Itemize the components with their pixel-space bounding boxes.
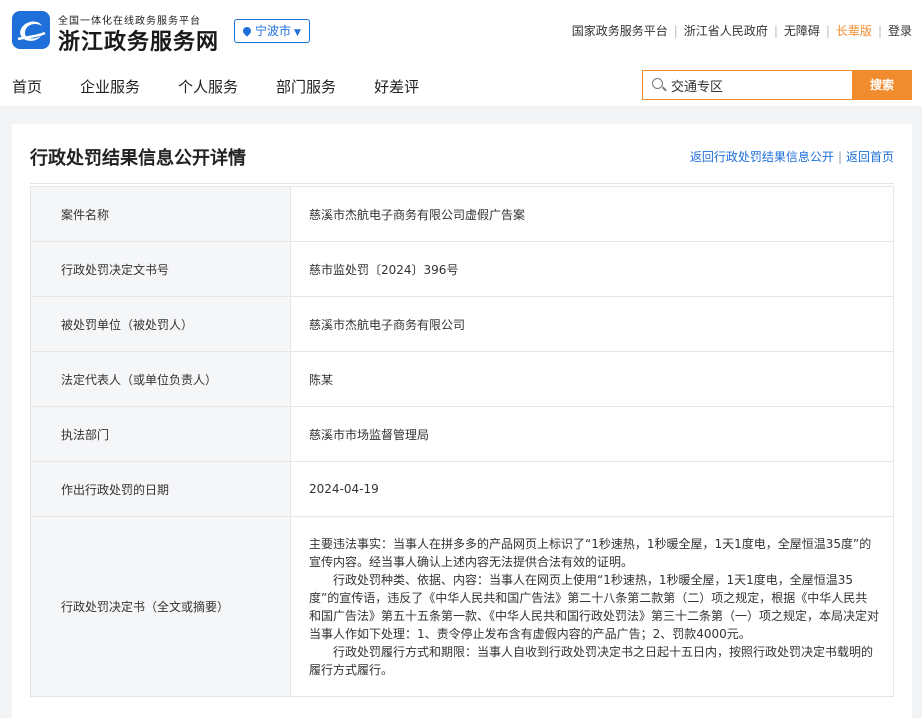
field-label-case-name: 案件名称 [30, 186, 291, 242]
top-links: 国家政务服务平台 | 浙江省人民政府 | 无障碍 | 长辈版 | 登录 [572, 22, 912, 39]
field-value-penalized-party: 慈溪市杰航电子商务有限公司 [290, 296, 894, 352]
divider: | [837, 150, 842, 164]
field-value-document-number: 慈市监处罚〔2024〕396号 [290, 241, 894, 297]
nav-item-home[interactable]: 首页 [12, 78, 42, 96]
divider: | [673, 24, 678, 38]
field-label-enforcement-department: 执法部门 [30, 406, 291, 462]
divider: | [877, 24, 882, 38]
link-national-platform[interactable]: 国家政务服务平台 [572, 24, 668, 38]
search-box[interactable] [642, 70, 852, 100]
main-nav: 首页 企业服务 个人服务 部门服务 好差评 [12, 76, 457, 97]
link-accessibility[interactable]: 无障碍 [784, 24, 820, 38]
nav-item-personal[interactable]: 个人服务 [178, 78, 238, 96]
field-value-decision-date: 2024-04-19 [290, 461, 894, 517]
divider: | [825, 24, 830, 38]
nav-item-enterprise[interactable]: 企业服务 [80, 78, 140, 96]
table-row: 作出行政处罚的日期 2024-04-19 [30, 461, 894, 517]
back-to-list-link[interactable]: 返回行政处罚结果信息公开 [690, 150, 834, 164]
search-bar: 搜索 [642, 70, 912, 100]
field-value-enforcement-department: 慈溪市市场监督管理局 [290, 406, 894, 462]
table-row: 行政处罚决定书（全文或摘要） 主要违法事实：当事人在拼多多的产品网页上标识了“1… [30, 516, 894, 697]
logo-title[interactable]: 浙江政务服务网 [58, 24, 219, 56]
link-elder-version[interactable]: 长辈版 [836, 24, 872, 38]
table-row: 法定代表人（或单位负责人） 陈某 [30, 351, 894, 407]
table-row: 行政处罚决定文书号 慈市监处罚〔2024〕396号 [30, 241, 894, 297]
field-label-legal-representative: 法定代表人（或单位负责人） [30, 351, 291, 407]
search-input[interactable] [671, 76, 847, 94]
link-zhejiang-government[interactable]: 浙江省人民政府 [684, 24, 768, 38]
city-label: 宁波市 [255, 24, 292, 38]
location-pin-icon [241, 25, 253, 37]
field-label-document-number: 行政处罚决定文书号 [30, 241, 291, 297]
link-login[interactable]: 登录 [888, 24, 912, 38]
field-value-legal-representative: 陈某 [290, 351, 894, 407]
site-header: 全国一体化在线政务服务平台 浙江政务服务网 宁波市 ▼ 国家政务服务平台 | 浙江省人… [0, 0, 922, 106]
caret-down-icon: ▼ [294, 28, 301, 38]
page-title: 行政处罚结果信息公开详情 [30, 148, 246, 169]
field-value-case-name: 慈溪市杰航电子商务有限公司虚假广告案 [290, 186, 894, 242]
nav-item-department[interactable]: 部门服务 [276, 78, 336, 96]
search-icon [652, 78, 663, 89]
table-row: 执法部门 慈溪市市场监督管理局 [30, 406, 894, 462]
field-label-decision-date: 作出行政处罚的日期 [30, 461, 291, 517]
decision-paragraph-penalty: 行政处罚种类、依据、内容：当事人在网页上使用“1秒速热，1秒暖全屋，1天1度电，… [309, 572, 880, 641]
table-row: 被处罚单位（被处罚人） 慈溪市杰航电子商务有限公司 [30, 296, 894, 352]
divider: | [773, 24, 778, 38]
detail-card: 行政处罚结果信息公开详情 返回行政处罚结果信息公开 | 返回首页 案件名称 慈溪市杰… [12, 124, 912, 718]
divider [30, 183, 894, 184]
card-links: 返回行政处罚结果信息公开 | 返回首页 [690, 148, 894, 165]
table-row: 案件名称 慈溪市杰航电子商务有限公司虚假广告案 [30, 186, 894, 242]
back-to-home-link[interactable]: 返回首页 [846, 150, 894, 164]
logo-icon[interactable] [12, 11, 50, 49]
detail-table: 案件名称 慈溪市杰航电子商务有限公司虚假广告案 行政处罚决定文书号 慈市监处罚〔… [30, 186, 894, 697]
field-value-decision-text: 主要违法事实：当事人在拼多多的产品网页上标识了“1秒速热，1秒暖全屋，1天1度电… [290, 516, 894, 697]
search-button[interactable]: 搜索 [852, 70, 912, 100]
decision-paragraph-execution: 行政处罚履行方式和期限：当事人自收到行政处罚决定书之日起十五日内，按照行政处罚决… [309, 644, 874, 677]
nav-item-rating[interactable]: 好差评 [374, 78, 419, 96]
city-selector[interactable]: 宁波市 ▼ [234, 19, 310, 43]
field-label-penalized-party: 被处罚单位（被处罚人） [30, 296, 291, 352]
decision-paragraph-facts: 主要违法事实：当事人在拼多多的产品网页上标识了“1秒速热，1秒暖全屋，1天1度电… [309, 536, 872, 569]
field-label-decision-text: 行政处罚决定书（全文或摘要） [30, 516, 291, 697]
